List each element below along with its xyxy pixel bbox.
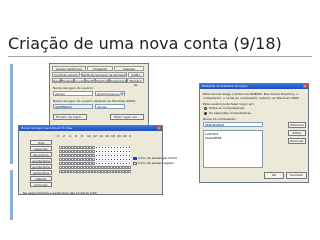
day-row-button[interactable]: sábado [30, 176, 52, 181]
hour-cell[interactable] [128, 150, 131, 153]
hour-label: 20 [117, 134, 121, 138]
hours-grid[interactable] [59, 146, 131, 174]
tab-ts-profile[interactable]: Perfil de Serviços de terminal [81, 72, 127, 77]
close-icon[interactable]: × [157, 126, 161, 130]
close-icon[interactable]: × [303, 84, 307, 88]
day-row-button[interactable]: segunda-feira [30, 146, 52, 156]
list-item[interactable]: SalaGPR68 [205, 136, 221, 140]
workstations-description: Este recurso exige o protocolo NetBIOS. … [203, 92, 300, 100]
day-row-button[interactable]: domingo [30, 182, 52, 187]
hour-label: 0 [129, 134, 131, 138]
tab-com-plus[interactable]: COM+ [128, 72, 144, 77]
legend-allowed-label: Início de sessão permitido [138, 156, 178, 160]
logon-name-value: afonso [55, 92, 66, 96]
pre2000-user-value: afonso [97, 105, 108, 109]
logon-workstations-dialog: Estações de trabalho de logon × Este rec… [199, 83, 309, 183]
tab-row-top: Acesso telefônico Ambiente Sessões [52, 66, 146, 71]
legend-allowed-swatch [133, 157, 137, 160]
select-all-button[interactable]: Todo [30, 140, 52, 145]
hour-label: 8 [81, 134, 83, 138]
following-computers-label: Os seguintes computadores [209, 111, 251, 115]
edit-button[interactable]: Editar [288, 130, 306, 136]
tab-member-of[interactable]: Membro de [127, 78, 144, 87]
tab-organization[interactable]: Organização [109, 78, 129, 83]
pre2000-domain-field: ADMINSAS\ [53, 104, 93, 109]
hour-cell[interactable] [128, 162, 131, 165]
logon-hours-title: Horas de logon para Paulo H. Dias [19, 126, 162, 131]
tab-dial-in[interactable]: Acesso telefônico [52, 66, 86, 71]
pre2000-domain-value: ADMINSAS\ [55, 105, 73, 109]
day-row-button[interactable]: sexta-feira [30, 170, 52, 175]
hour-label: 4 [69, 134, 71, 138]
day-rows: segunda-feiraterça-feiraquarta-feiraquin… [19, 146, 59, 190]
logon-hours-status: De segunda-feira a sexta-feira das 12:00… [23, 191, 97, 195]
slide-left-accent [10, 64, 13, 164]
hour-cell[interactable] [128, 158, 131, 161]
hour-label: 0 [57, 134, 59, 138]
following-computers-radio[interactable] [204, 112, 207, 115]
day-row-button[interactable]: terça-feira [30, 152, 52, 157]
add-button[interactable]: Adicionar [288, 122, 306, 128]
slide-left-accent [10, 170, 13, 220]
title-underline [8, 56, 312, 57]
computer-name-input[interactable]: SERVIDOR02 [203, 122, 263, 127]
logon-name-input[interactable]: afonso [53, 91, 93, 96]
hour-label: 6 [75, 134, 77, 138]
slide-title: Criação de uma nova conta (9/18) [8, 34, 282, 53]
tab-row-bottom: Geral Endereço Conta Perfil Telefones Or… [52, 78, 146, 87]
chevron-down-icon: ▾ [120, 92, 124, 96]
tab-profile[interactable]: Perfil [85, 78, 95, 83]
all-computers-radio[interactable] [204, 107, 207, 110]
logon-workstations-title: Estações de trabalho de logon [200, 84, 308, 89]
logon-to-button[interactable]: Fazer logon em... [110, 114, 144, 120]
tab-environment[interactable]: Ambiente [87, 66, 113, 71]
cancel-button[interactable]: Cancelar [286, 172, 307, 179]
computer-name-value: SERVIDOR02 [205, 123, 225, 127]
logon-hours-dialog: Horas de logon para Paulo H. Dias × 0246… [18, 125, 177, 195]
hour-cell[interactable] [128, 166, 131, 169]
logon-name-label: Nome de logon do usuário: [53, 86, 94, 90]
day-row-button[interactable]: quarta-feira [30, 158, 52, 163]
pre2000-label: Nome de logon do usuário (anterior ao Wi… [53, 99, 137, 103]
hour-labels: 0 2 4 6 8 10 12 14 16 18 20 22 0 [57, 134, 131, 138]
hour-label: 16 [105, 134, 109, 138]
hour-cell[interactable] [128, 146, 131, 149]
hour-label: 22 [123, 134, 127, 138]
tab-remote-control[interactable]: Controle remoto [52, 72, 80, 77]
hour-cell[interactable] [128, 154, 131, 157]
computer-name-label: Nome do computador: [203, 117, 237, 121]
hour-label: 10 [87, 134, 91, 138]
domain-select[interactable]: @adminsas.local ▾ [95, 91, 125, 96]
hour-cell[interactable] [128, 170, 131, 173]
tab-phones[interactable]: Telefones [95, 78, 110, 83]
tab-sessions[interactable]: Sessões [114, 66, 144, 71]
hour-label: 18 [111, 134, 115, 138]
tab-row-mid: Controle remoto Perfil de Serviços de te… [52, 72, 146, 77]
all-computers-label: Todos os computadores [209, 106, 245, 110]
tab-address[interactable]: Endereço [61, 78, 76, 83]
domain-value: @adminsas.local [97, 92, 123, 96]
remove-button[interactable]: Remover [288, 138, 306, 144]
ok-button[interactable]: OK [264, 172, 284, 179]
legend-denied-swatch [133, 162, 137, 165]
day-row-button[interactable]: quinta-feira [30, 164, 52, 169]
tab-account[interactable]: Conta [74, 78, 85, 83]
pre2000-user-input[interactable]: afonso [95, 104, 125, 109]
tab-general[interactable]: Geral [52, 78, 61, 83]
hour-label: 2 [63, 134, 65, 138]
hour-label: 12 [93, 134, 97, 138]
computer-list[interactable]: LAB7001 SalaGPR68 [203, 130, 263, 168]
logon-hours-button[interactable]: Horário de logon... [53, 114, 87, 120]
hour-label: 14 [99, 134, 103, 138]
legend-denied-label: Início de sessão negado [138, 161, 174, 165]
